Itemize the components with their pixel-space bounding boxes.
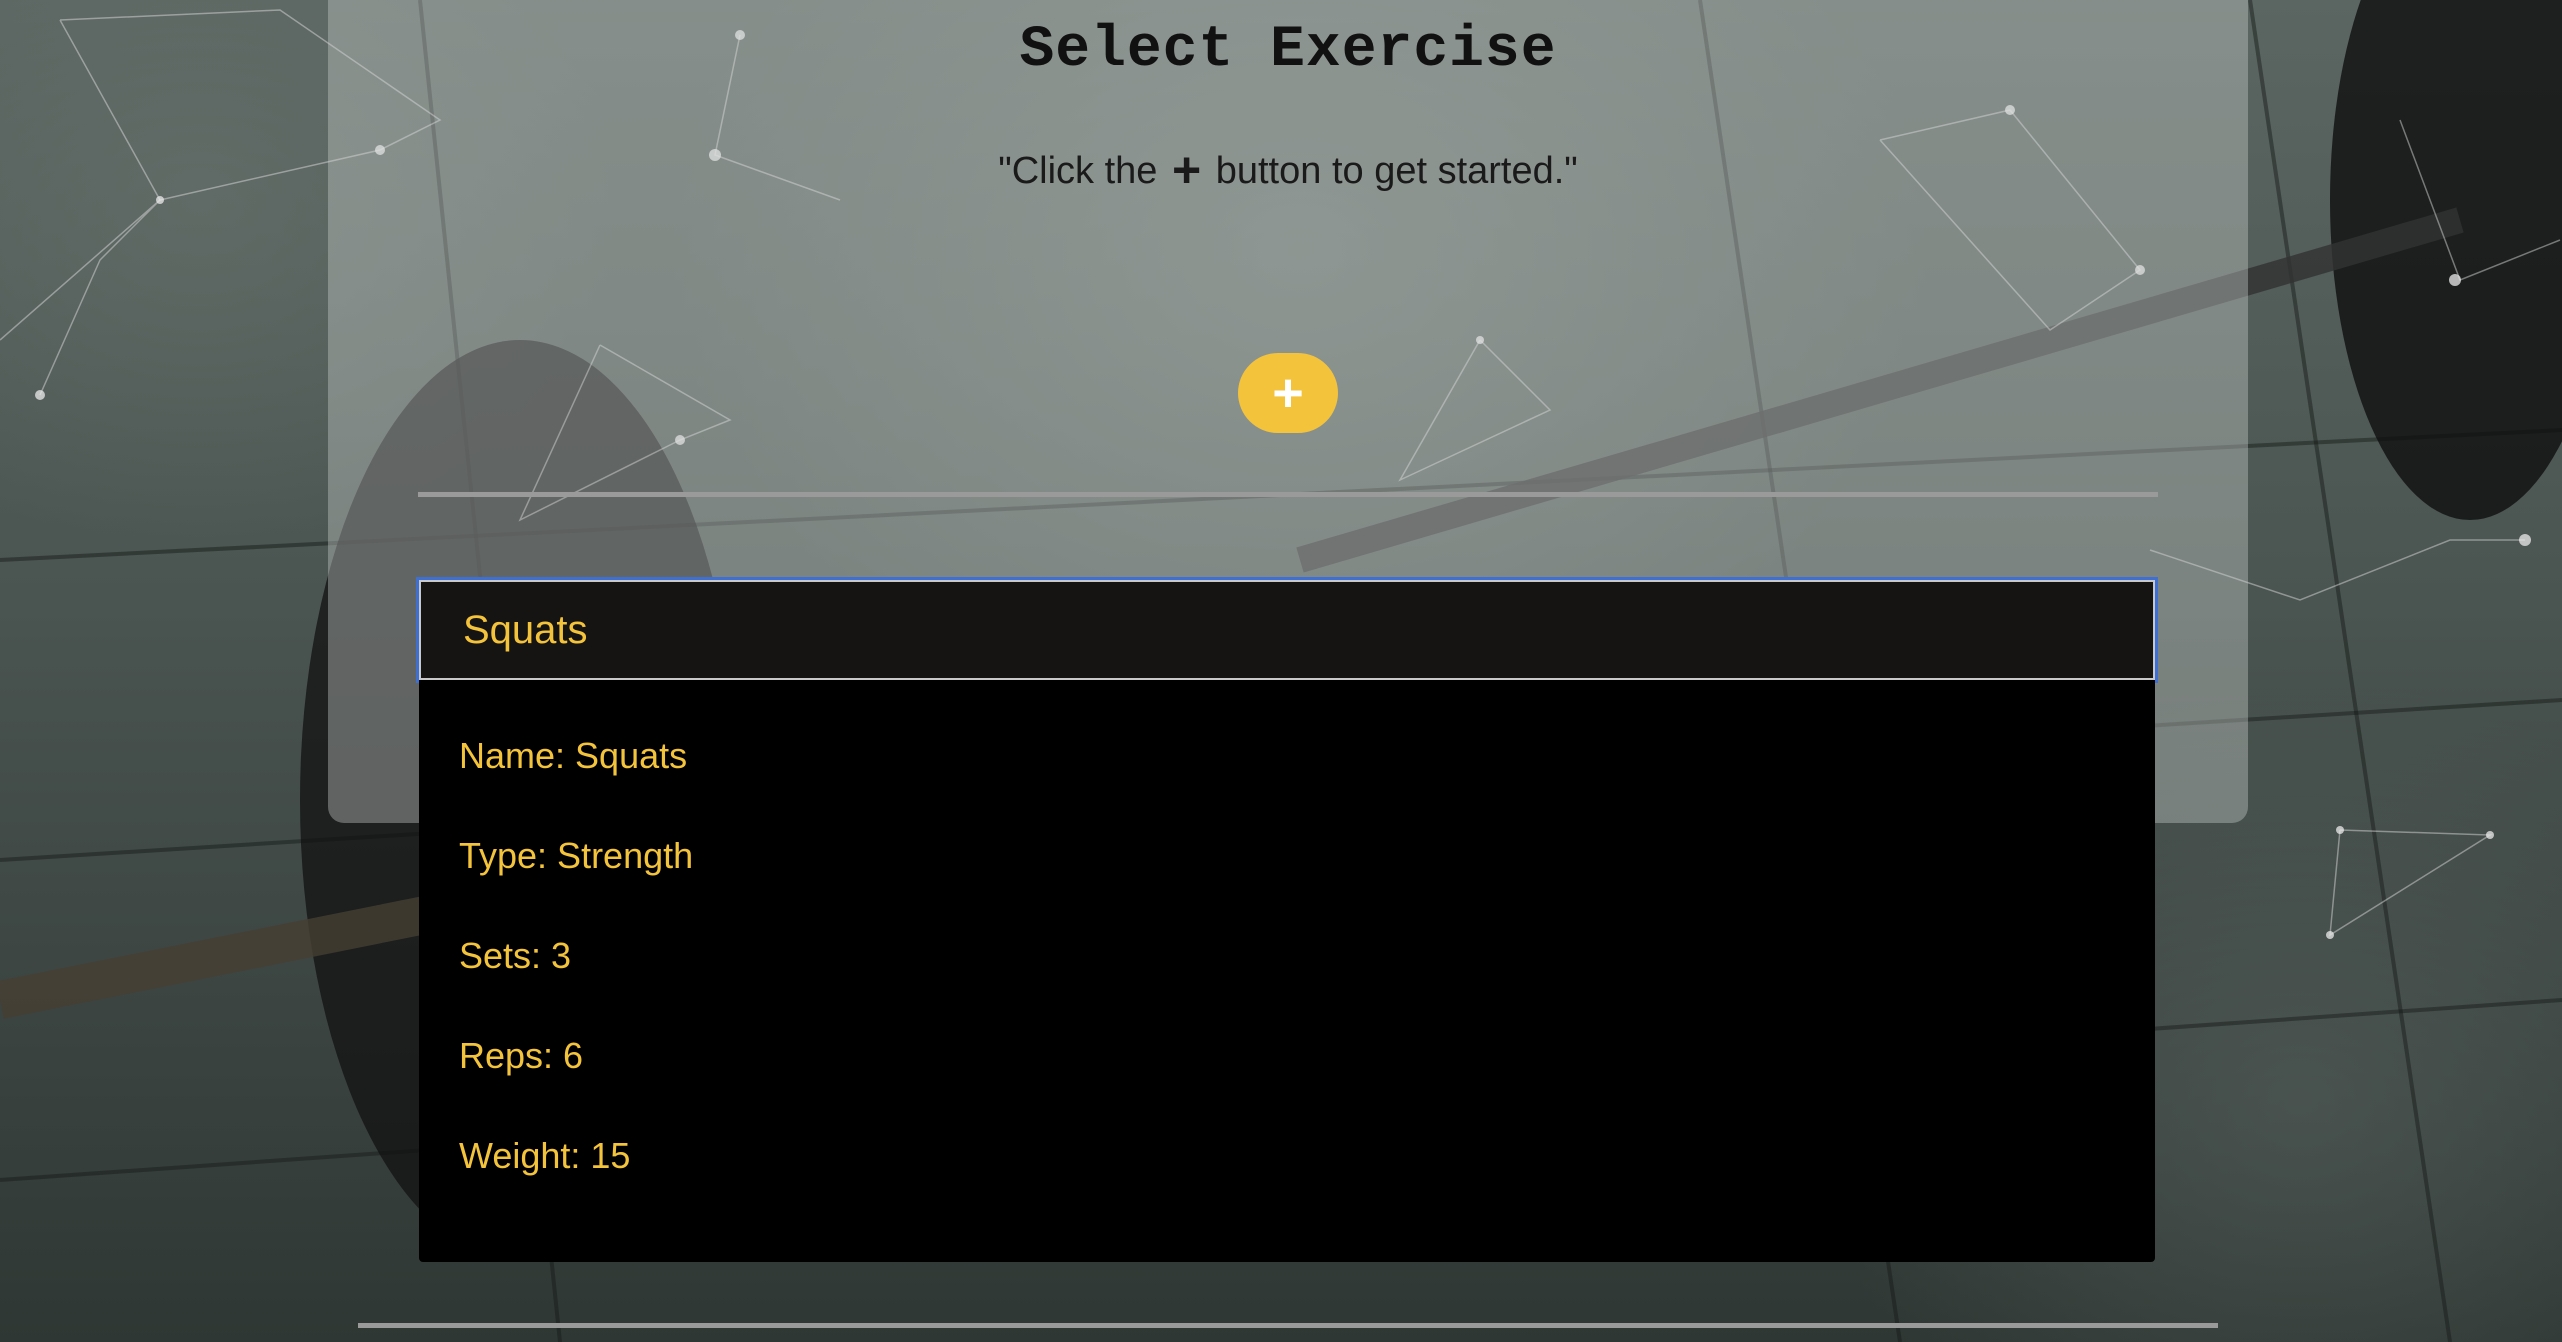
exercise-name: Name: Squats <box>459 735 688 776</box>
exercise-accordion-header[interactable]: Squats <box>416 577 2158 683</box>
plus-icon: + <box>1171 142 1202 198</box>
add-exercise-button[interactable]: + <box>1238 353 1338 433</box>
exercise-reps: Reps: 6 <box>459 1035 584 1076</box>
exercise-weight: Weight: 15 <box>459 1135 631 1176</box>
get-started-hint: "Click the + button to get started." <box>328 142 2248 198</box>
exercise-details-panel: Name: Squats Type: Strength Sets: 3 Reps… <box>419 680 2155 1262</box>
page-title: Select Exercise <box>1019 18 1557 83</box>
section-divider <box>418 492 2158 497</box>
hint-text-prefix: "Click the <box>998 150 1158 192</box>
bottom-divider <box>358 1323 2218 1328</box>
exercise-type: Type: Strength <box>459 835 694 876</box>
exercise-sets: Sets: 3 <box>459 935 572 976</box>
hint-text-suffix: button to get started." <box>1215 150 1578 192</box>
